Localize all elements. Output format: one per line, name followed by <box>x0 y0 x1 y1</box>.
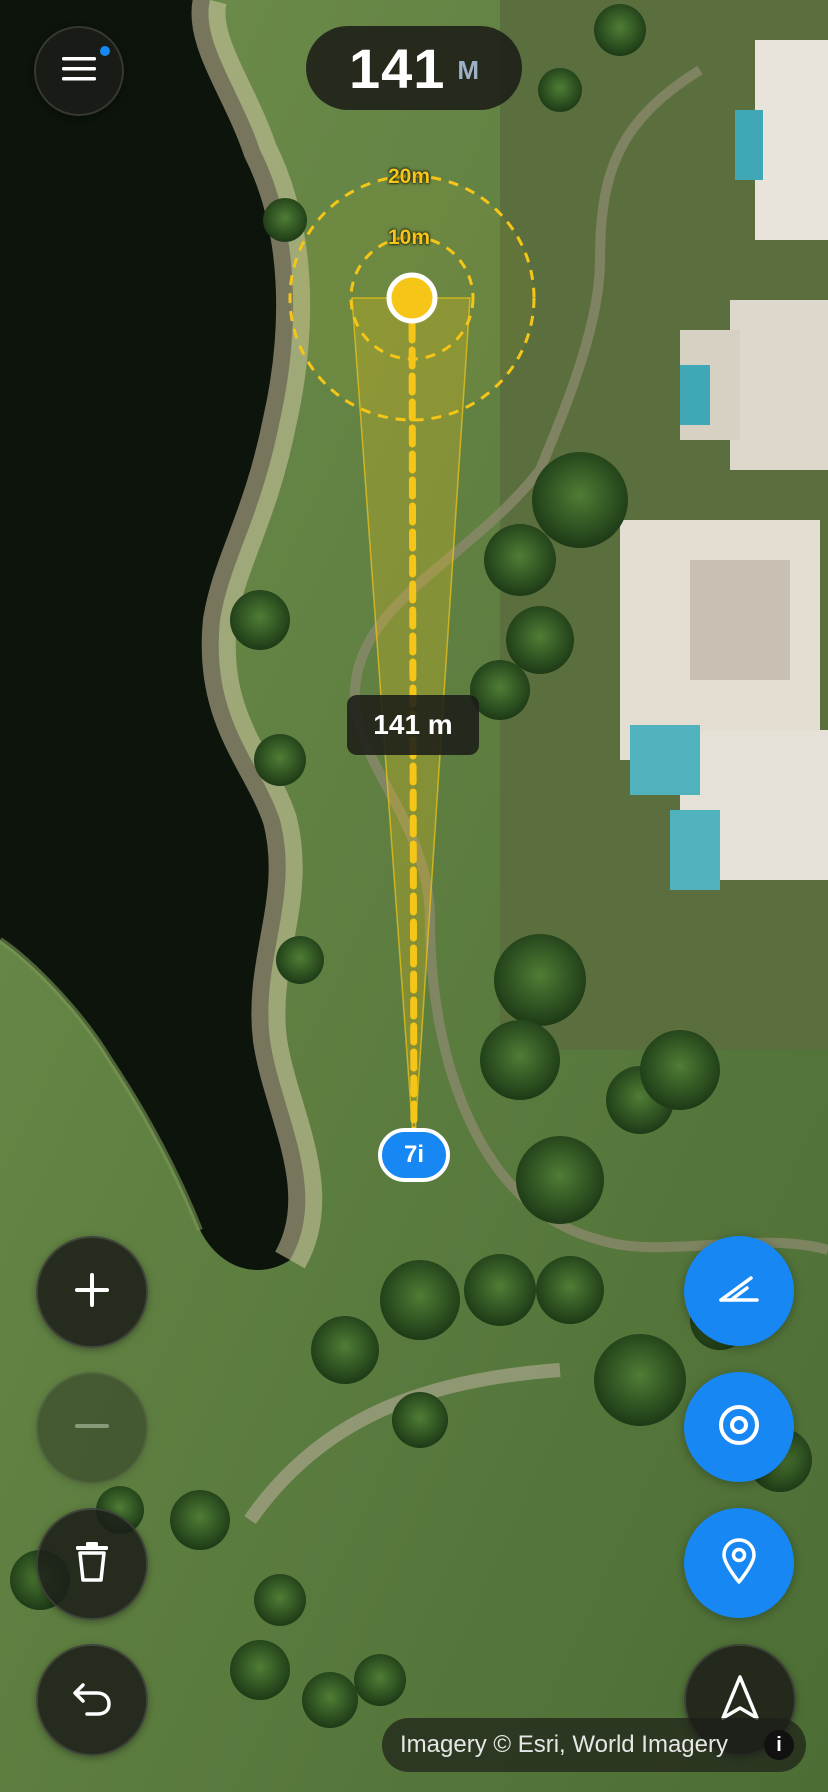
plus-icon <box>73 1271 111 1314</box>
draw-button[interactable] <box>684 1236 794 1346</box>
map-attribution: Imagery © Esri, World Imagery i <box>382 1718 806 1772</box>
distance-display: 141 M <box>306 26 522 110</box>
pencil-icon <box>717 1274 761 1309</box>
zoom-in-button[interactable] <box>36 1236 148 1348</box>
outer-ring-label: 20m <box>388 165 431 188</box>
notification-dot <box>100 46 110 56</box>
inner-ring-label: 10m <box>388 226 431 249</box>
distance-unit: M <box>457 54 480 85</box>
shot-distance-label: 141 m <box>347 695 479 755</box>
attribution-text: Imagery © Esri, World Imagery <box>400 1731 728 1758</box>
target-button[interactable] <box>684 1372 794 1482</box>
hamburger-menu-icon <box>62 56 96 87</box>
undo-icon <box>71 1679 113 1722</box>
trash-icon <box>75 1541 109 1587</box>
undo-button[interactable] <box>36 1644 148 1756</box>
target-marker[interactable] <box>386 272 438 324</box>
delete-button[interactable] <box>36 1508 148 1620</box>
location-pin-button[interactable] <box>684 1508 794 1618</box>
zoom-out-button[interactable] <box>36 1372 148 1484</box>
target-icon <box>717 1403 761 1452</box>
info-icon[interactable]: i <box>764 1730 794 1760</box>
club-marker[interactable]: 7i <box>378 1128 450 1182</box>
menu-button[interactable] <box>34 26 124 116</box>
location-pin-icon <box>721 1537 757 1589</box>
minus-icon <box>73 1407 111 1450</box>
distance-value: 141 <box>348 36 446 100</box>
